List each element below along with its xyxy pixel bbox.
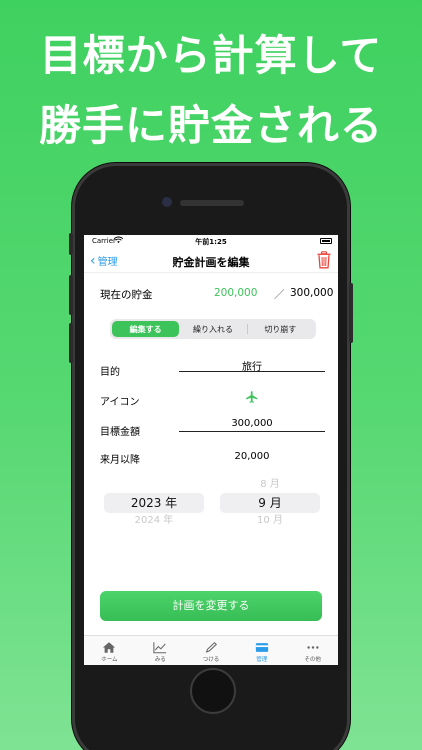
status-time: 午前1:25 [195, 238, 227, 246]
volume-down-button [69, 323, 73, 363]
tab-manage-label: 管理 [256, 657, 268, 663]
silent-switch [69, 233, 73, 255]
earpiece-speaker [180, 200, 244, 206]
year-picker-selected: 2023 年 [104, 493, 204, 513]
current-savings-value: 200,000 [214, 287, 258, 299]
month-picker-next: 10 月 [257, 515, 283, 526]
savings-separator: ／ [274, 289, 285, 301]
promo-headline-2: 勝手に貯金される [38, 101, 383, 150]
icon-label: アイコン [100, 397, 140, 408]
more-icon [306, 646, 319, 649]
page-title: 貯金計画を編集 [172, 256, 250, 269]
tab-manage[interactable]: 管理 [236, 636, 287, 665]
monthly-amount-label: 来月以降 [100, 455, 140, 466]
battery-icon [320, 238, 332, 244]
purpose-underline [179, 371, 325, 372]
trash-icon[interactable] [316, 251, 332, 269]
current-savings-label: 現在の貯金 [100, 289, 153, 301]
year-picker-next: 2024 年 [134, 515, 174, 526]
target-amount-label: 目標金額 [100, 427, 140, 438]
chart-icon [153, 642, 167, 654]
tab-view-label: みる [154, 657, 166, 663]
month-picker[interactable]: 8 月 9 月 10 月 [220, 477, 320, 533]
tab-record[interactable]: つける [186, 636, 237, 665]
segment-deposit[interactable]: 繰り入れる [179, 321, 246, 337]
month-picker-prev: 8 月 [260, 479, 280, 490]
status-bar: Carrier 午前1:25 [84, 235, 338, 247]
card-icon [255, 643, 268, 652]
phone-frame: Carrier 午前1:25 ‹ 管理 貯金計画を編集 現在の貯金 200,00… [69, 163, 353, 750]
home-button[interactable] [190, 668, 236, 714]
front-camera [162, 197, 172, 207]
monthly-amount-field[interactable]: 20,000 [179, 451, 325, 462]
tab-more[interactable]: その他 [287, 636, 338, 665]
navigation-bar: ‹ 管理 貯金計画を編集 [84, 247, 338, 273]
volume-up-button [69, 275, 73, 315]
segment-withdraw[interactable]: 切り崩す [246, 321, 314, 337]
target-amount-underline [179, 431, 325, 432]
savings-goal-value: 300,000 [290, 287, 334, 299]
tab-home-label: ホーム [101, 657, 118, 663]
update-plan-button[interactable]: 計画を変更する [100, 591, 322, 621]
purpose-label: 目的 [100, 367, 120, 378]
current-savings-row: 現在の貯金 200,000 ／ 300,000 [84, 281, 338, 311]
month-picker-selected: 9 月 [220, 493, 320, 513]
tab-record-label: つける [202, 657, 220, 663]
mode-segmented-control: 編集する 繰り入れる 切り崩す [110, 319, 316, 339]
home-icon [103, 642, 116, 653]
tab-bar: ホーム みる つける 管理 その他 [84, 635, 338, 665]
tab-more-label: その他 [304, 657, 321, 663]
segment-edit[interactable]: 編集する [112, 321, 180, 337]
promo-headline-1: 目標から計算して [39, 31, 383, 80]
tab-view[interactable]: みる [135, 636, 186, 665]
target-amount-field[interactable]: 300,000 [179, 418, 325, 429]
airplane-icon[interactable] [245, 390, 259, 404]
app-screen: Carrier 午前1:25 ‹ 管理 貯金計画を編集 現在の貯金 200,00… [84, 235, 338, 665]
power-button [349, 283, 353, 343]
year-picker[interactable]: 2023 年 2024 年 [104, 477, 204, 533]
year-picker-blank [104, 477, 204, 493]
tab-home[interactable]: ホーム [84, 636, 135, 665]
pencil-icon [205, 641, 217, 653]
